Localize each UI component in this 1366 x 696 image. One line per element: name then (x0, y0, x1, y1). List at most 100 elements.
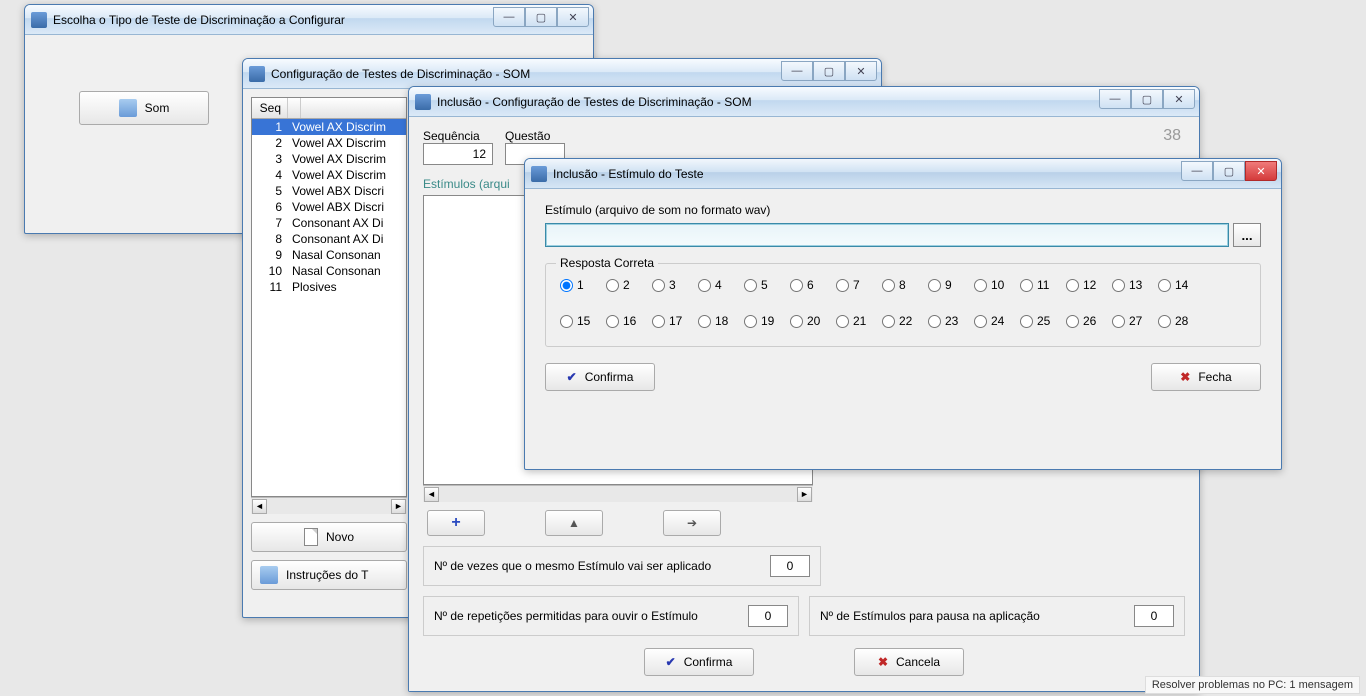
radio-input[interactable] (974, 279, 987, 292)
maximize-button[interactable]: ▢ (1213, 161, 1245, 181)
maximize-button[interactable]: ▢ (525, 7, 557, 27)
radio-option[interactable]: 28 (1158, 314, 1204, 328)
table-row[interactable]: 10Nasal Consonan (252, 263, 406, 279)
radio-option[interactable]: 6 (790, 278, 836, 292)
close-button[interactable]: ✕ (1245, 161, 1277, 181)
estimulo-file-input[interactable] (545, 223, 1229, 247)
radio-input[interactable] (790, 315, 803, 328)
radio-input[interactable] (1158, 279, 1171, 292)
cancela-button[interactable]: ✖ Cancela (854, 648, 964, 676)
close-button[interactable]: ✕ (1163, 89, 1195, 109)
radio-option[interactable]: 11 (1020, 278, 1066, 292)
radio-option[interactable]: 2 (606, 278, 652, 292)
table-row[interactable]: 1Vowel AX Discrim (252, 119, 406, 135)
radio-input[interactable] (652, 279, 665, 292)
fecha-button[interactable]: ✖ Fecha (1151, 363, 1261, 391)
minimize-button[interactable]: — (781, 61, 813, 81)
radio-input[interactable] (652, 315, 665, 328)
table-row[interactable]: 4Vowel AX Discrim (252, 167, 406, 183)
taskbar-notification[interactable]: Resolver problemas no PC: 1 mensagem (1145, 676, 1360, 694)
table-row[interactable]: 5Vowel ABX Discri (252, 183, 406, 199)
table-row[interactable]: 8Consonant AX Di (252, 231, 406, 247)
radio-option[interactable]: 25 (1020, 314, 1066, 328)
radio-option[interactable]: 18 (698, 314, 744, 328)
minimize-button[interactable]: — (1099, 89, 1131, 109)
radio-input[interactable] (1158, 315, 1171, 328)
table-row[interactable]: 11Plosives (252, 279, 406, 295)
radio-option[interactable]: 7 (836, 278, 882, 292)
radio-input[interactable] (744, 279, 757, 292)
radio-input[interactable] (1066, 315, 1079, 328)
browse-button[interactable]: ... (1233, 223, 1261, 247)
radio-input[interactable] (606, 315, 619, 328)
radio-option[interactable]: 27 (1112, 314, 1158, 328)
radio-input[interactable] (928, 279, 941, 292)
radio-option[interactable]: 3 (652, 278, 698, 292)
radio-input[interactable] (698, 279, 711, 292)
radio-option[interactable]: 4 (698, 278, 744, 292)
radio-option[interactable]: 5 (744, 278, 790, 292)
scroll-right-icon[interactable]: ► (391, 499, 406, 514)
radio-input[interactable] (882, 315, 895, 328)
radio-option[interactable]: 19 (744, 314, 790, 328)
radio-input[interactable] (928, 315, 941, 328)
sequencia-input[interactable] (423, 143, 493, 165)
table-row[interactable]: 6Vowel ABX Discri (252, 199, 406, 215)
radio-option[interactable]: 13 (1112, 278, 1158, 292)
radio-input[interactable] (1066, 279, 1079, 292)
radio-option[interactable]: 16 (606, 314, 652, 328)
radio-input[interactable] (1112, 279, 1125, 292)
scroll-left-icon[interactable]: ◄ (252, 499, 267, 514)
radio-option[interactable]: 15 (560, 314, 606, 328)
radio-option[interactable]: 1 (560, 278, 606, 292)
scroll-right-icon[interactable]: ► (797, 487, 812, 502)
close-button[interactable]: ✕ (557, 7, 589, 27)
titlebar[interactable]: Configuração de Testes de Discriminação … (243, 59, 881, 89)
maximize-button[interactable]: ▢ (813, 61, 845, 81)
radio-option[interactable]: 22 (882, 314, 928, 328)
maximize-button[interactable]: ▢ (1131, 89, 1163, 109)
radio-option[interactable]: 21 (836, 314, 882, 328)
radio-input[interactable] (606, 279, 619, 292)
sequence-table[interactable]: Seq 1Vowel AX Discrim2Vowel AX Discrim3V… (251, 97, 407, 497)
radio-input[interactable] (560, 279, 573, 292)
radio-option[interactable]: 9 (928, 278, 974, 292)
radio-input[interactable] (1020, 279, 1033, 292)
radio-input[interactable] (1112, 315, 1125, 328)
horizontal-scrollbar[interactable]: ◄ ► (251, 497, 407, 514)
radio-input[interactable] (836, 279, 849, 292)
radio-input[interactable] (1020, 315, 1033, 328)
radio-option[interactable]: 20 (790, 314, 836, 328)
confirma-button[interactable]: ✔ Confirma (545, 363, 655, 391)
table-row[interactable]: 2Vowel AX Discrim (252, 135, 406, 151)
listbox-scrollbar[interactable]: ◄ ► (423, 485, 813, 502)
radio-input[interactable] (836, 315, 849, 328)
radio-option[interactable]: 26 (1066, 314, 1112, 328)
repeticoes-input[interactable] (748, 605, 788, 627)
confirma-button[interactable]: ✔ Confirma (644, 648, 754, 676)
table-row[interactable]: 7Consonant AX Di (252, 215, 406, 231)
up-button[interactable]: ▲ (545, 510, 603, 536)
add-button[interactable]: + (427, 510, 485, 536)
vezes-input[interactable] (770, 555, 810, 577)
radio-option[interactable]: 14 (1158, 278, 1204, 292)
radio-input[interactable] (790, 279, 803, 292)
radio-input[interactable] (974, 315, 987, 328)
radio-option[interactable]: 8 (882, 278, 928, 292)
radio-option[interactable]: 23 (928, 314, 974, 328)
novo-button[interactable]: Novo (251, 522, 407, 552)
titlebar[interactable]: Inclusão - Estímulo do Teste — ▢ ✕ (525, 159, 1281, 189)
radio-option[interactable]: 17 (652, 314, 698, 328)
pausa-input[interactable] (1134, 605, 1174, 627)
radio-input[interactable] (698, 315, 711, 328)
scroll-left-icon[interactable]: ◄ (424, 487, 439, 502)
radio-input[interactable] (560, 315, 573, 328)
minimize-button[interactable]: — (493, 7, 525, 27)
radio-option[interactable]: 24 (974, 314, 1020, 328)
radio-input[interactable] (744, 315, 757, 328)
radio-option[interactable]: 10 (974, 278, 1020, 292)
radio-option[interactable]: 12 (1066, 278, 1112, 292)
table-row[interactable]: 9Nasal Consonan (252, 247, 406, 263)
table-row[interactable]: 3Vowel AX Discrim (252, 151, 406, 167)
titlebar[interactable]: Inclusão - Configuração de Testes de Dis… (409, 87, 1199, 117)
